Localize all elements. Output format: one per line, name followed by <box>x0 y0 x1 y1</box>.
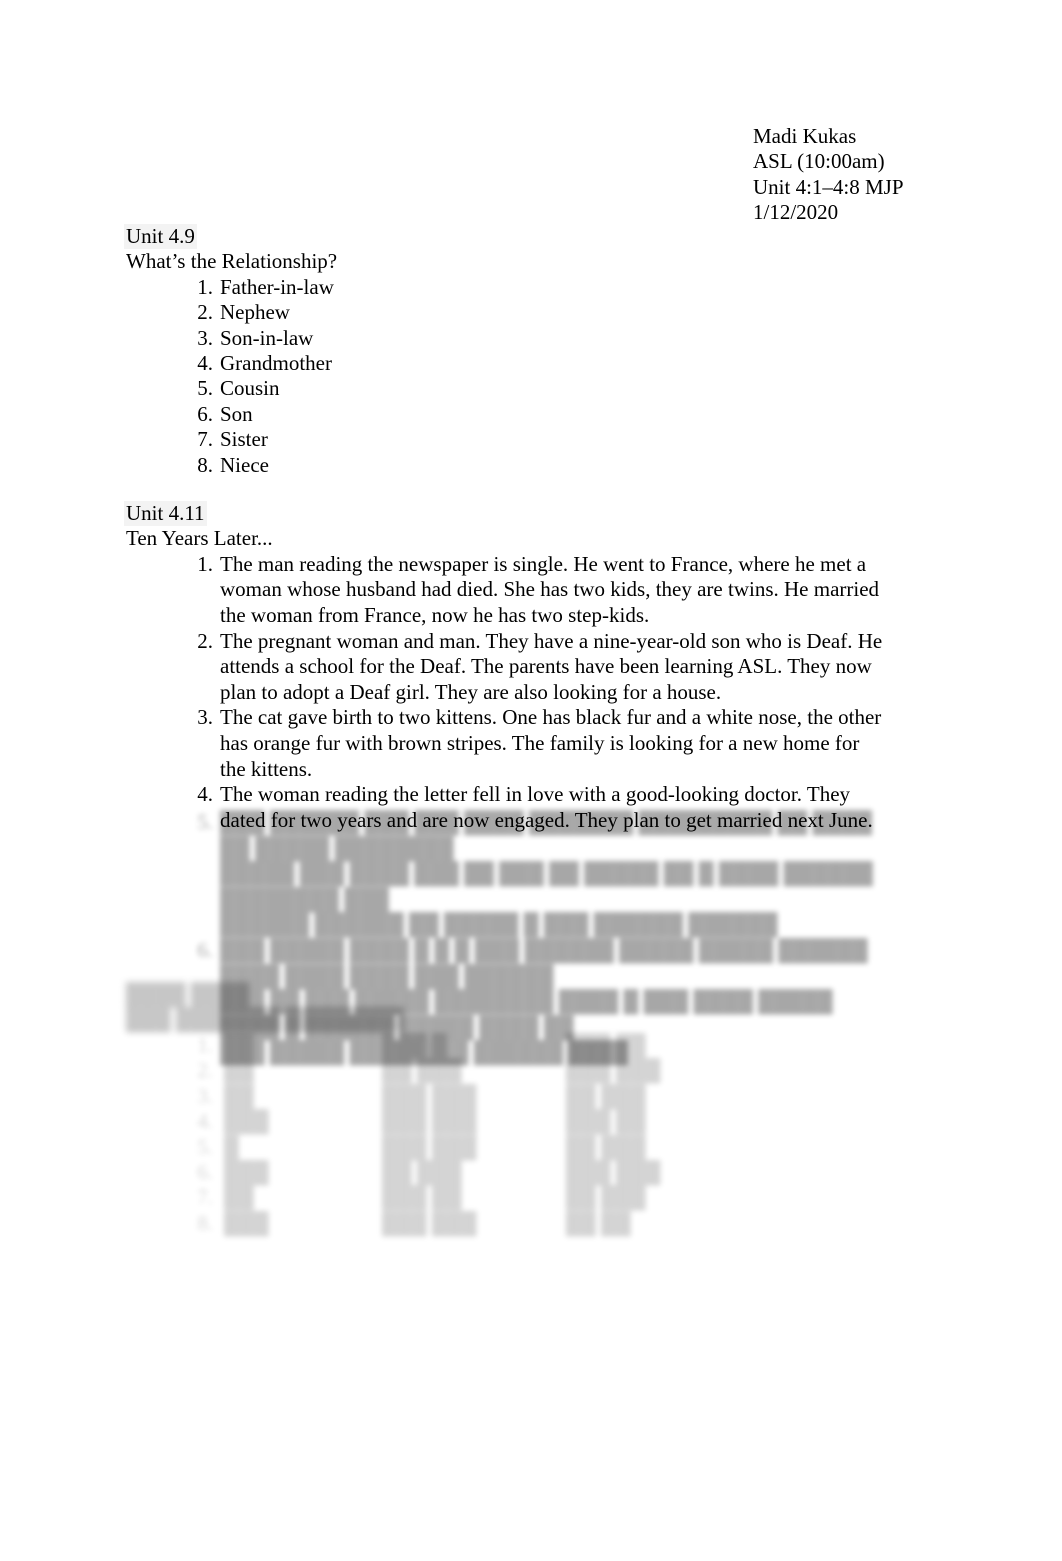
document-header: Madi Kukas ASL (10:00am) Unit 4:1–4:8 MJ… <box>753 124 1033 226</box>
row-col-3: ███ ███ <box>566 1058 661 1083</box>
row-col-2: ███ ███ <box>382 1109 477 1134</box>
list-item-number: 4. <box>197 351 213 376</box>
table-row: 1. ██ ███ █ ███ ██ <box>126 1033 886 1058</box>
list-item-text: Cousin <box>220 376 280 401</box>
list-item-text: Nephew <box>220 300 290 325</box>
row-number: 1. <box>197 1033 213 1057</box>
list-item-text-obscured: ███ ██████ ███ ███ ████ ███████ ████████… <box>220 810 873 860</box>
row-col-2: ███ ██ <box>382 1185 462 1210</box>
section-title-unit-4-9: Unit 4.9 <box>124 224 197 250</box>
list-item: 4. Grandmother <box>126 351 926 376</box>
list-item-text: The cat gave birth to two kittens. One h… <box>220 705 882 781</box>
list-item-text: Grandmother <box>220 351 332 376</box>
list-item-text: Son <box>220 401 253 426</box>
list-item-number: 4. <box>197 782 213 807</box>
table-row: 4. ███ ███ ███ ███ ██ <box>126 1109 886 1134</box>
list-item: 1. The man reading the newspaper is singl… <box>126 552 886 629</box>
relationship-answer-list: 1. Father-in-law 2. Nephew 3. Son-in-law 4.… <box>126 275 926 478</box>
list-item: 3. Son-in-law <box>126 326 926 351</box>
section-title-unit-4-11: Unit 4.11 <box>124 501 207 527</box>
list-item-text-obscured: ██████ ██████ ██ █████ █ ███ ██████ ████… <box>220 912 778 937</box>
table-row: 2. ██ ██ ███ ███ ███ <box>126 1058 886 1083</box>
list-item-number: 5. <box>197 376 213 401</box>
list-item-text: Son-in-law <box>220 325 314 350</box>
section-obscured-heading: ████ ████ ███ ███████ ████████ <box>124 982 826 1033</box>
table-row: 6. ███ ██ ███ ███ ███ <box>126 1160 886 1185</box>
list-item-number: 1. <box>197 274 213 299</box>
row-col-1: ███ <box>224 1210 269 1235</box>
table-row: 3. ██ ███ ███ ██ ███ <box>126 1084 886 1109</box>
list-item: 3. The cat gave birth to two kittens. One… <box>126 705 886 782</box>
list-item: 8. Niece <box>126 453 926 478</box>
row-col-1: █ <box>224 1134 239 1159</box>
list-item-number: 8. <box>197 452 213 477</box>
list-item-number: 7. <box>197 427 213 452</box>
row-col-3: ███ ██ <box>566 1109 646 1134</box>
assignment-date: 1/12/2020 <box>753 200 839 225</box>
row-col-3: ██ ███ <box>566 1083 646 1108</box>
document-page: Madi Kukas ASL (10:00am) Unit 4:1–4:8 MJ… <box>0 0 1062 1561</box>
section-unit-4-9: Unit 4.9 What’s the Relationship? 1. Fath… <box>124 224 926 478</box>
row-col-3: ██ ██ <box>566 1210 631 1235</box>
row-col-2: ██ ███ <box>382 1159 462 1184</box>
list-item-number: 1. <box>197 551 213 576</box>
grid-rows: 1. ██ ███ █ ███ ██ 2. ██ ██ ███ ███ ███ … <box>126 1033 886 1236</box>
list-item-number: 2. <box>197 628 213 653</box>
list-item: 2. Nephew <box>126 300 926 325</box>
row-col-1: ███ <box>224 1109 269 1134</box>
list-item-number: 6. <box>197 937 213 962</box>
list-item: 5. Cousin <box>126 376 926 401</box>
row-number: 5. <box>197 1134 213 1159</box>
row-col-3: ███ ███ <box>566 1159 661 1184</box>
section-unit-4-11: Unit 4.11 Ten Years Later... 1. The man r… <box>124 501 886 834</box>
row-col-1: ███ <box>224 1159 269 1184</box>
row-number: 2. <box>197 1058 213 1083</box>
list-item: 6. Son <box>126 402 926 427</box>
row-number: 6. <box>197 1159 213 1184</box>
row-col-1: ██ <box>224 1185 254 1210</box>
row-col-1: ██ <box>224 1058 254 1083</box>
row-col-2: ███ ███ <box>382 1210 477 1235</box>
obscured-answer-grid: 1. ██ ███ █ ███ ██ 2. ██ ██ ███ ███ ███ … <box>126 1033 886 1236</box>
row-col-2: ███ █ <box>382 1033 447 1057</box>
section-subtitle-obscured: ███ ███████ ████████ <box>126 1007 405 1032</box>
row-col-2: ███ ███ <box>382 1083 477 1108</box>
section-title-obscured: ████ ████ <box>124 982 253 1008</box>
section-subtitle-unit-4-11: Ten Years Later... <box>126 526 273 551</box>
student-name: Madi Kukas <box>753 124 857 148</box>
row-number: 8. <box>197 1210 213 1235</box>
list-item-number: 3. <box>197 705 213 730</box>
list-item: 2. The pregnant woman and man. They have … <box>126 629 886 706</box>
ten-years-later-list: 1. The man reading the newspaper is singl… <box>126 552 886 834</box>
row-col-2: ███ ███ <box>382 1134 477 1159</box>
list-item-text: The man reading the newspaper is single.… <box>220 551 880 627</box>
row-col-3: ███ ██ <box>566 1033 646 1057</box>
row-col-3: ██ ███ <box>566 1134 646 1159</box>
list-item-number: 2. <box>197 300 213 325</box>
list-item-text: Niece <box>220 452 269 477</box>
row-col-1: ██ <box>224 1033 254 1057</box>
row-col-3: ██ ███ <box>566 1185 646 1210</box>
table-row: 8. ███ ███ ███ ██ ██ <box>126 1211 886 1236</box>
list-item-text: Sister <box>220 427 268 452</box>
row-col-1: ██ <box>224 1083 254 1108</box>
list-item-obscured: 5. ███ ██████ ███ ███ ████ ███████ █████… <box>126 810 886 938</box>
assignment-name: Unit 4:1–4:8 MJP <box>753 174 904 199</box>
row-col-2: ██ ███ <box>382 1058 462 1083</box>
row-number: 4. <box>197 1109 213 1134</box>
section-subtitle-unit-4-9: What’s the Relationship? <box>126 249 338 274</box>
list-item-text-obscured: █████ ███ ████ ███ ██ ███ ██ █████ ██ █ … <box>220 861 873 911</box>
list-item: 7. Sister <box>126 427 926 452</box>
list-item-text: Father-in-law <box>220 274 334 299</box>
row-number: 3. <box>197 1083 213 1108</box>
table-row: 7. ██ ███ ██ ██ ███ <box>126 1185 886 1210</box>
course-name: ASL (10:00am) <box>753 149 885 174</box>
list-item-number: 3. <box>197 325 213 350</box>
list-item-number: 6. <box>197 401 213 426</box>
list-item-text: The pregnant woman and man. They have a … <box>220 628 883 704</box>
list-item: 1. Father-in-law <box>126 275 926 300</box>
table-row: 5. █ ███ ███ ██ ███ <box>126 1135 886 1160</box>
row-number: 7. <box>197 1185 213 1210</box>
list-item-number: 5. <box>197 810 213 834</box>
